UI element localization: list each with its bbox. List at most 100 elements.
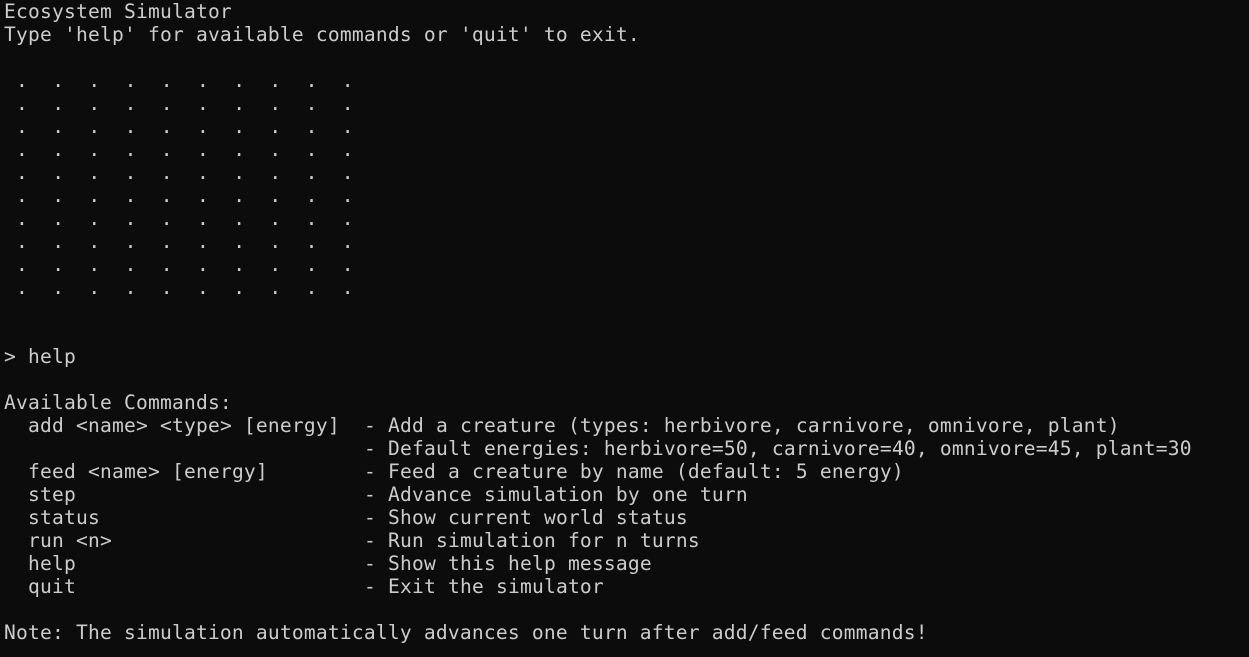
grid-cell: . xyxy=(16,207,28,230)
grid-cell: . xyxy=(305,230,318,253)
prompt-line: > help xyxy=(4,345,76,368)
grid-row: .......... xyxy=(4,138,1249,161)
grid-cell: . xyxy=(233,276,246,299)
grid-cell: . xyxy=(52,161,65,184)
command-row: step - Advance simulation by one turn xyxy=(4,483,1249,506)
grid-cell: . xyxy=(269,138,282,161)
grid-cell: . xyxy=(124,184,137,207)
grid-cell: . xyxy=(197,138,209,161)
commands-header: Available Commands: xyxy=(4,391,232,414)
command-usage: status xyxy=(28,506,100,529)
grid-cell: . xyxy=(160,253,173,276)
grid-cell: . xyxy=(197,115,209,138)
grid-cell: . xyxy=(269,276,282,299)
grid-row: .......... xyxy=(4,276,1249,299)
command-usage: run <n> xyxy=(28,529,112,552)
grid-cell: . xyxy=(16,69,28,92)
grid-cell: . xyxy=(233,69,246,92)
command-description: - Advance simulation by one turn xyxy=(364,483,748,506)
command-row: quit - Exit the simulator xyxy=(4,575,1249,598)
grid-cell: . xyxy=(124,230,137,253)
terminal-window[interactable]: Ecosystem Simulator Type 'help' for avai… xyxy=(0,0,1249,657)
grid-cell: . xyxy=(305,207,318,230)
grid-cell: . xyxy=(124,115,137,138)
grid-cell: . xyxy=(197,207,209,230)
grid-cell: . xyxy=(16,92,28,115)
grid-cell: . xyxy=(305,115,318,138)
grid-cell: . xyxy=(341,276,354,299)
grid-cell: . xyxy=(305,161,318,184)
grid-cell: . xyxy=(88,230,101,253)
grid-cell: . xyxy=(88,138,101,161)
grid-cell: . xyxy=(124,161,137,184)
grid-cell: . xyxy=(16,161,28,184)
grid-cell: . xyxy=(305,276,318,299)
grid-cell: . xyxy=(88,253,101,276)
grid-cell: . xyxy=(88,115,101,138)
grid-row: .......... xyxy=(4,207,1249,230)
app-title-line: Ecosystem Simulator xyxy=(4,0,232,23)
grid-cell: . xyxy=(52,69,65,92)
grid-cell: . xyxy=(160,92,173,115)
command-row: help - Show this help message xyxy=(4,552,1249,575)
grid-cell: . xyxy=(341,253,354,276)
grid-cell: . xyxy=(305,184,318,207)
grid-cell: . xyxy=(233,161,246,184)
grid-cell: . xyxy=(269,115,282,138)
grid-cell: . xyxy=(269,69,282,92)
grid-cell: . xyxy=(269,230,282,253)
grid-cell: . xyxy=(197,253,209,276)
command-row: - Default energies: herbivore=50, carniv… xyxy=(4,437,1249,460)
world-grid: ........................................… xyxy=(4,69,1249,299)
grid-cell: . xyxy=(52,276,65,299)
grid-cell: . xyxy=(124,69,137,92)
grid-cell: . xyxy=(160,207,173,230)
grid-cell: . xyxy=(124,138,137,161)
grid-cell: . xyxy=(341,161,354,184)
grid-cell: . xyxy=(124,207,137,230)
grid-cell: . xyxy=(269,184,282,207)
grid-row: .......... xyxy=(4,230,1249,253)
grid-cell: . xyxy=(233,138,246,161)
grid-cell: . xyxy=(341,92,354,115)
grid-cell: . xyxy=(16,138,28,161)
command-usage: help xyxy=(28,552,76,575)
grid-cell: . xyxy=(233,115,246,138)
grid-cell: . xyxy=(16,253,28,276)
grid-cell: . xyxy=(197,230,209,253)
grid-cell: . xyxy=(233,230,246,253)
grid-cell: . xyxy=(52,115,65,138)
grid-cell: . xyxy=(88,184,101,207)
grid-cell: . xyxy=(341,184,354,207)
grid-cell: . xyxy=(341,138,354,161)
grid-cell: . xyxy=(305,69,318,92)
grid-cell: . xyxy=(52,138,65,161)
grid-row: .......... xyxy=(4,115,1249,138)
grid-row: .......... xyxy=(4,69,1249,92)
grid-cell: . xyxy=(341,115,354,138)
grid-cell: . xyxy=(233,207,246,230)
command-description: - Add a creature (types: herbivore, carn… xyxy=(364,414,1120,437)
grid-cell: . xyxy=(269,253,282,276)
grid-cell: . xyxy=(16,115,28,138)
grid-cell: . xyxy=(88,207,101,230)
grid-row: .......... xyxy=(4,253,1249,276)
grid-cell: . xyxy=(233,253,246,276)
command-description: - Run simulation for n turns xyxy=(364,529,700,552)
grid-row: .......... xyxy=(4,184,1249,207)
grid-cell: . xyxy=(233,184,246,207)
grid-cell: . xyxy=(16,184,28,207)
grid-cell: . xyxy=(269,92,282,115)
intro-line: Type 'help' for available commands or 'q… xyxy=(4,23,640,46)
command-row: feed <name> [energy] - Feed a creature by… xyxy=(4,460,1249,483)
command-usage: step xyxy=(28,483,76,506)
grid-cell: . xyxy=(160,69,173,92)
grid-cell: . xyxy=(269,207,282,230)
grid-cell: . xyxy=(88,276,101,299)
grid-cell: . xyxy=(269,161,282,184)
